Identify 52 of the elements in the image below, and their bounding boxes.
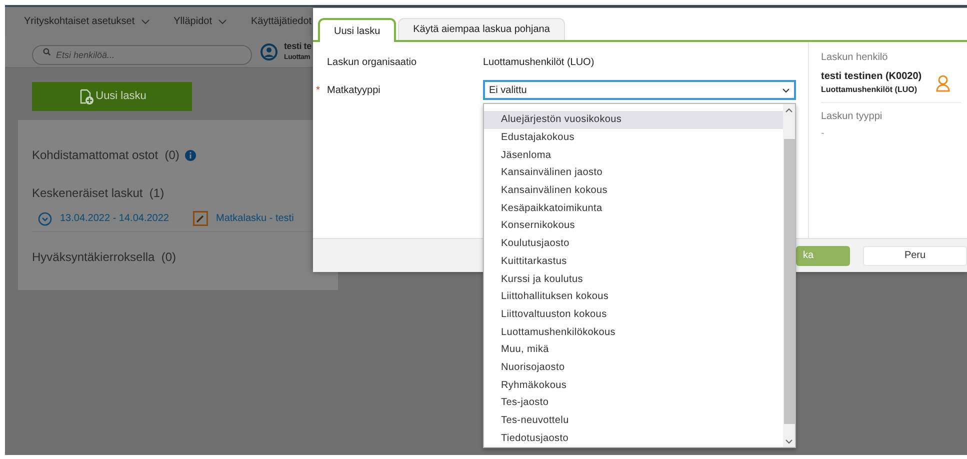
dropdown-option[interactable]: Kesäpaikkatoimikunta — [484, 199, 783, 218]
field-value: - — [821, 127, 826, 141]
caret-icon — [782, 88, 790, 92]
new-invoice-button[interactable]: Uusi lasku — [32, 82, 192, 111]
required-mark: * — [316, 84, 321, 98]
nav-menu[interactable]: Yrityskohtaiset asetukset — [24, 14, 150, 29]
dropdown-option[interactable]: Jäsenloma — [484, 146, 783, 164]
section-title: Hyväksyntäkierroksella (0) — [32, 249, 176, 266]
dropdown-option[interactable]: Tiedotusjaosto — [484, 429, 783, 448]
dropdown-option[interactable]: Koulutusjaosto — [484, 234, 783, 252]
user-name: testi te — [284, 40, 312, 52]
dropdown-option[interactable]: Kuittitarkastus — [484, 252, 783, 270]
travel-type-select[interactable]: Ei valittu — [483, 80, 796, 100]
field-value: Luottamushenkilöt (LUO) — [483, 56, 594, 70]
dropdown-option[interactable]: Kurssi ja koulutus — [484, 270, 783, 288]
scroll-down-icon[interactable] — [785, 437, 793, 445]
field-label: Laskun organisaatio — [327, 56, 417, 70]
dropdown-option[interactable]: Liittohallituksen kokous — [484, 288, 783, 306]
person-organization: Luottamushenkilöt (LUO) — [821, 84, 918, 96]
dropdown-option[interactable]: Kansainvälinen kokous — [484, 182, 783, 200]
dropdown-option[interactable]: Muu, mikä — [484, 340, 783, 359]
field-label: Matkatyyppi — [327, 84, 380, 98]
dropdown-option[interactable]: Tes-jaosto — [484, 394, 783, 412]
scroll-up-icon[interactable] — [785, 107, 793, 115]
dropdown-option[interactable]: Luottamushenkilökokous — [484, 323, 783, 341]
person-icon[interactable] — [936, 74, 950, 92]
dropdown-option[interactable]: Ryhmäkokous — [484, 376, 783, 394]
person-name: testi testinen (K0020) — [821, 70, 922, 83]
expand-icon[interactable] — [38, 212, 52, 226]
user-avatar-icon[interactable] — [260, 42, 278, 60]
field-label: Laskun tyyppi — [821, 110, 884, 124]
field-label: Laskun henkilö — [821, 51, 889, 65]
new-document-icon — [78, 88, 94, 104]
search-icon — [43, 48, 51, 56]
section-title: Kohdistamattomat ostot (0) — [32, 147, 180, 164]
dialog-tab[interactable]: Uusi lasku — [318, 18, 396, 42]
dropdown-option[interactable]: Nuorisojaosto — [484, 358, 783, 376]
scrollbar[interactable] — [783, 104, 795, 447]
dropdown-option[interactable]: Liittovaltuuston kokous — [484, 306, 783, 324]
dialog-tab[interactable]: Käytä aiempaa laskua pohjana — [398, 18, 565, 40]
dropdown-option[interactable]: Konsernikokous — [484, 217, 783, 235]
nav-menu[interactable]: Käyttäjätiedot — [250, 14, 312, 29]
search-field[interactable]: Etsi henkilöä... — [32, 44, 252, 64]
section-title: Keskeneräiset laskut (1) — [32, 185, 164, 202]
dropdown-option[interactable]: Tes-neuvottelu — [484, 412, 783, 430]
info-icon[interactable] — [185, 150, 196, 160]
nav-menu[interactable]: Ylläpidot — [174, 14, 227, 29]
dropdown-option[interactable]: Kansainvälinen jaosto — [484, 164, 783, 182]
edit-icon[interactable] — [192, 211, 208, 226]
cancel-button[interactable]: Peru — [863, 246, 967, 266]
dropdown-option[interactable]: Edustajakokous — [484, 128, 783, 146]
dropdown-option[interactable]: Aluejärjestön vuosikokous — [484, 111, 783, 129]
